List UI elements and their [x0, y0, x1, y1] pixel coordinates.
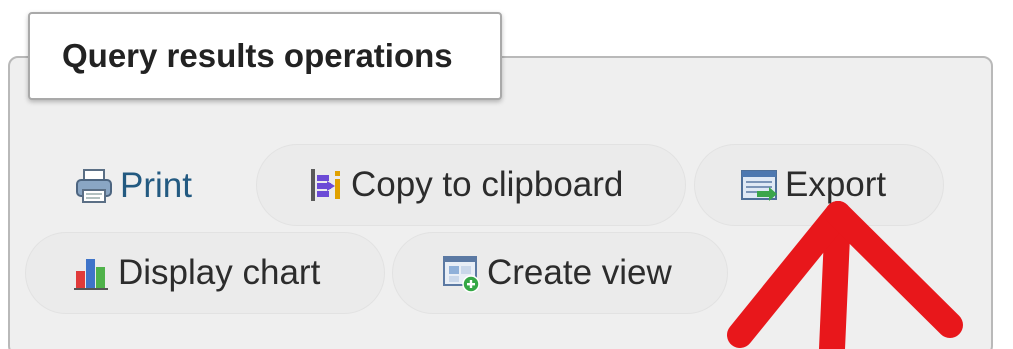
bar-chart-icon — [72, 253, 112, 293]
fieldset-legend: Query results operations — [28, 12, 502, 100]
export-label: Export — [785, 165, 887, 204]
create-view-label: Create view — [487, 253, 672, 292]
display-chart-button[interactable]: Display chart — [25, 232, 385, 314]
display-chart-label: Display chart — [118, 253, 321, 292]
copy-to-clipboard-button[interactable]: Copy to clipboard — [256, 144, 686, 226]
copy-label: Copy to clipboard — [351, 165, 624, 204]
legend-text: Query results operations — [62, 37, 453, 74]
print-label: Print — [120, 166, 192, 205]
query-results-operations-panel: Query results operations Print Copy to c… — [0, 0, 1013, 349]
create-view-button[interactable]: Create view — [392, 232, 728, 314]
clipboard-icon — [305, 165, 345, 205]
export-button[interactable]: Export — [694, 144, 944, 226]
print-button[interactable]: Print — [70, 145, 192, 227]
create-view-icon — [441, 253, 481, 293]
export-icon — [739, 165, 779, 205]
printer-icon — [74, 166, 114, 206]
